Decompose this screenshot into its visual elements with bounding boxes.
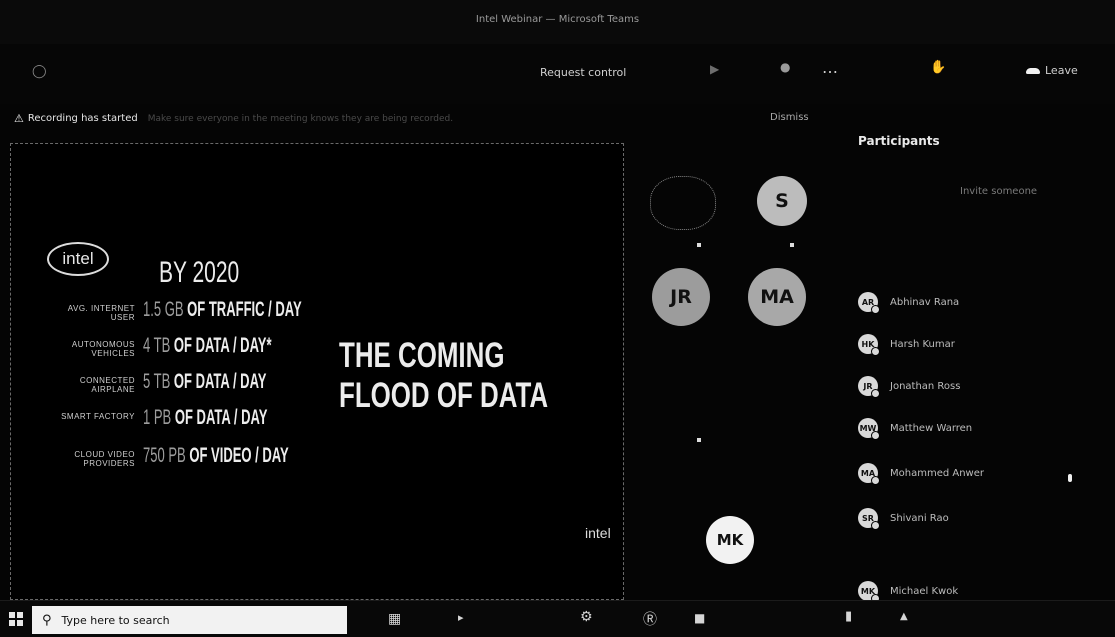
intel-logo-text: intel [62,249,94,268]
stat-unit: OF DATA / DAY [174,406,268,429]
slide-footer-brand: intel [585,525,611,541]
headline-line-1: THE COMING [339,336,505,375]
request-control-button[interactable]: Request control [540,66,626,79]
stat-unit: OF VIDEO / DAY [189,444,289,467]
leave-label: Leave [1045,64,1078,77]
participant-avatar: SR [858,508,880,530]
stat-unit: OF DATA / DAY [173,370,267,393]
participant-name: Abhinav Rana [890,296,960,308]
participant-avatar: MK [858,581,880,603]
participant-name: Harsh Kumar [890,338,955,350]
mic-indicator-icon [790,243,794,247]
leave-button[interactable]: Leave [1026,64,1078,77]
window-title: Intel Webinar — Microsoft Teams [475,14,640,25]
task-view-icon[interactable]: ▦ [388,611,401,627]
mic-indicator-icon [697,438,701,442]
participant-avatar: AR [858,292,880,314]
participant-row[interactable]: HK Harsh Kumar [858,331,1108,357]
search-placeholder: Type here to search [61,613,170,627]
participant-photo-tile[interactable] [650,176,716,230]
participant-name: Jonathan Ross [890,380,961,392]
stat-label: AUTONOMOUS VEHICLES [71,340,135,358]
participant-row[interactable]: SR Shivani Rao [858,505,1108,531]
participant-row[interactable]: MW Matthew Warren [858,415,1108,441]
intel-logo: intel [47,242,109,276]
stat-value: 1 PB [143,406,172,429]
stat-label: CLOUD VIDEO PROVIDERS [74,450,135,468]
participant-name: Matthew Warren [890,422,973,434]
stat-label: SMART FACTORY [61,412,135,421]
microphone-icon[interactable]: ● [780,60,790,74]
participant-avatar: MA [858,463,880,485]
meeting-toolbar: ◯ Request control ▶ ● … ✋ Leave [0,44,1115,104]
participant-name: Michael Kwok [890,585,959,597]
stat-value: 4 TB [143,334,171,357]
mic-indicator-icon [697,243,701,247]
shield-icon[interactable]: ◯ [32,64,47,79]
stat-label: CONNECTED AIRPLANE [79,376,135,394]
participant-avatar: MW [858,418,880,440]
stat-unit: OF TRAFFIC / DAY [187,298,302,321]
stat-value-line: 1 PB OF DATA / DAY [143,406,267,430]
phone-hangup-icon [1026,67,1040,74]
raise-hand-icon[interactable]: ✋ [930,60,946,75]
windows-start-icon[interactable] [9,612,23,626]
search-icon: ⚲ [42,612,52,628]
speaking-indicator-icon [1068,474,1072,482]
stat-value-line: 750 PB OF VIDEO / DAY [143,444,289,468]
recording-banner: ⚠ Recording has started Make sure everyo… [0,108,840,132]
shared-screen: intel BY 2020 AVG. INTERNET USER 1.5 GB O… [10,143,624,600]
stat-value: 750 PB [143,444,186,467]
presenter-avatar[interactable]: MK [706,516,754,564]
stat-value-line: 5 TB OF DATA / DAY [143,370,266,394]
network-icon[interactable]: ▲ [900,611,908,622]
participant-row[interactable]: AR Abhinav Rana [858,289,1108,315]
battery-icon[interactable]: ▮ [845,609,852,624]
participant-row[interactable]: MA Mohammed Anwer [858,460,1108,486]
participant-avatar: JR [858,376,880,398]
camera-icon[interactable]: ▶ [710,62,719,76]
stat-value-line: 1.5 GB OF TRAFFIC / DAY [143,298,302,322]
headline-line-2: FLOOD OF DATA [339,376,549,415]
recording-status-text: Recording has started [27,113,138,124]
participant-name: Shivani Rao [890,512,949,524]
participant-name: Mohammed Anwer [890,467,984,479]
taskbar-search-box[interactable]: ⚲ Type here to search [32,606,347,634]
stat-label: AVG. INTERNET USER [67,304,135,322]
participant-tile-ma[interactable]: MA [748,268,806,326]
dismiss-button[interactable]: Dismiss [770,112,809,123]
participant-tile-s[interactable]: S [757,176,807,226]
file-explorer-icon[interactable]: ▸ [458,611,464,624]
participant-row[interactable]: JR Jonathan Ross [858,373,1108,399]
more-options-button[interactable]: … [822,58,838,77]
participant-tile-jr[interactable]: JR [652,268,710,326]
participant-avatar: HK [858,334,880,356]
teams-app-icon[interactable]: ■ [694,611,705,625]
invite-someone-button[interactable]: Invite someone [960,186,1037,197]
stat-value: 1.5 GB [143,298,184,321]
settings-gear-icon[interactable]: ⚙ [580,609,593,625]
title-bar: Intel Webinar — Microsoft Teams [0,0,1115,44]
warning-icon: ⚠ [14,112,24,125]
help-icon[interactable]: Ⓡ [643,609,657,629]
recording-message-text: Make sure everyone in the meeting knows … [147,113,454,124]
stat-unit: OF DATA / DAY* [173,334,272,357]
participants-title: Participants [858,134,940,148]
stat-value-line: 4 TB OF DATA / DAY* [143,334,272,358]
stat-value: 5 TB [143,370,171,393]
by-year-heading: BY 2020 [159,256,240,289]
